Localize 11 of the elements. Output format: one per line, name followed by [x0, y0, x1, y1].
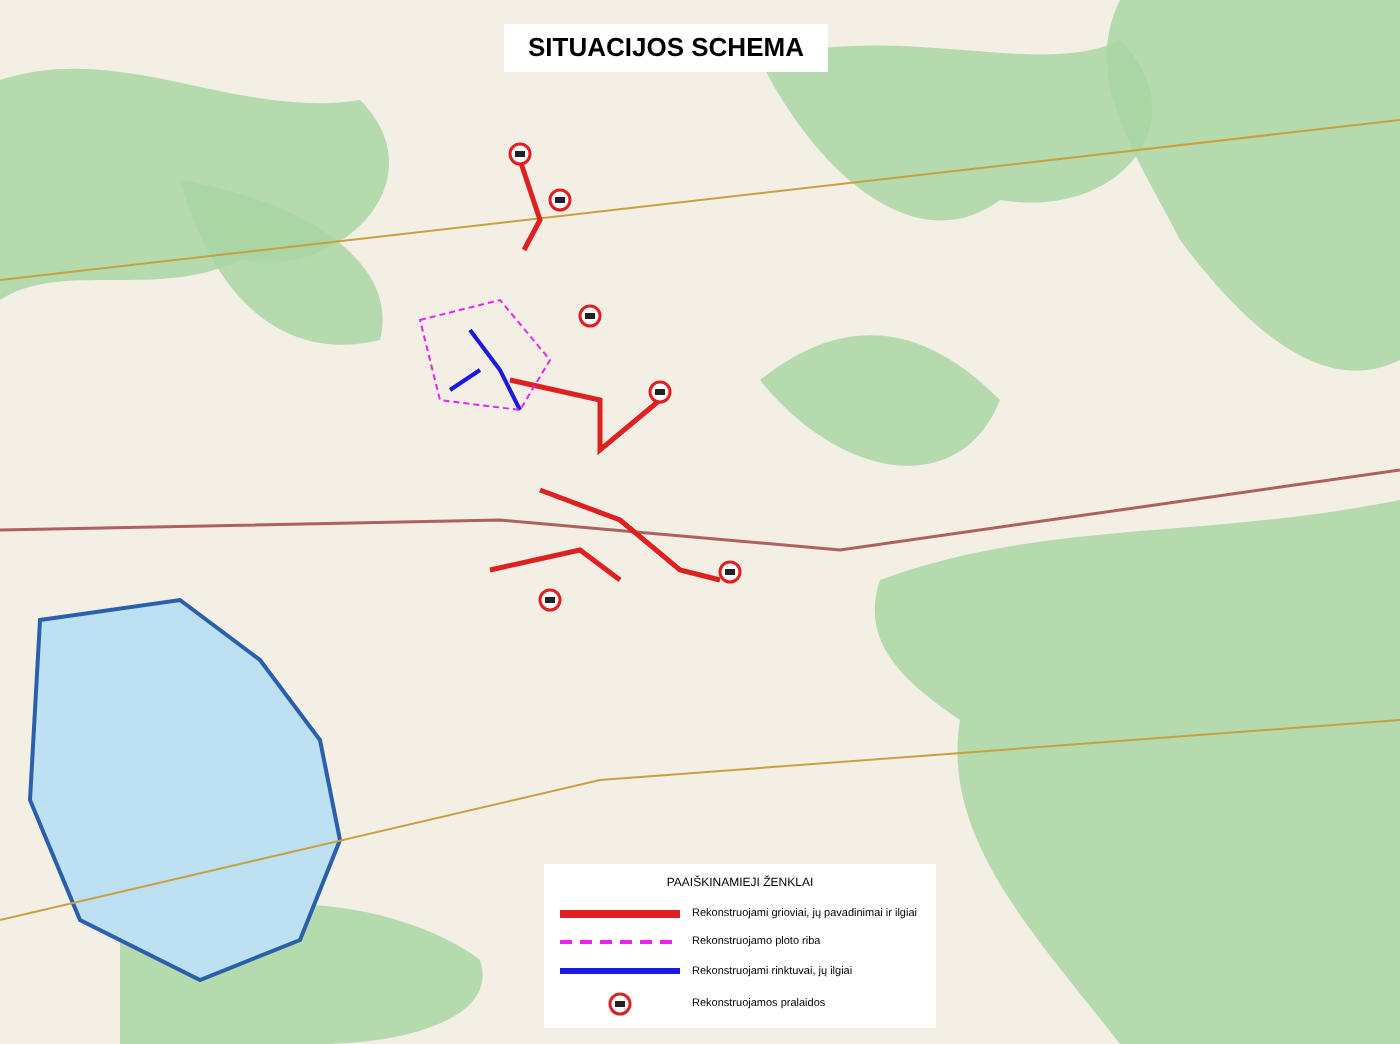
culvert-marker [508, 142, 532, 166]
collector-line-icon [560, 968, 680, 975]
culvert-marker [538, 588, 562, 612]
culvert-marker [648, 380, 672, 404]
title-label: SITUACIJOS SCHEMA [504, 24, 828, 71]
area-boundary [418, 298, 552, 412]
culvert-marker [578, 304, 602, 328]
culvert-marker [718, 560, 742, 584]
culvert-icon [608, 991, 632, 1016]
culvert-marker [548, 188, 572, 212]
collector-line [448, 328, 522, 412]
